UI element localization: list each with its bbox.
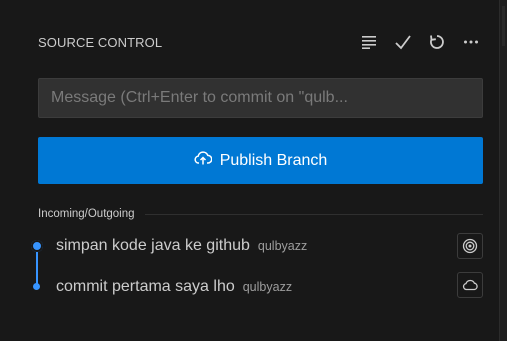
commit-row[interactable]: commit pertama saya lho qulbyazz — [56, 274, 486, 300]
refresh-icon[interactable] — [426, 31, 448, 53]
panel-header: SOURCE CONTROL — [38, 30, 482, 54]
scrollbar-track[interactable] — [499, 0, 507, 341]
panel-title: SOURCE CONTROL — [38, 34, 163, 50]
commit-author: qulbyazz — [242, 280, 293, 294]
commit-row[interactable]: simpan kode java ke github qulbyazz — [56, 233, 486, 259]
view-as-list-icon[interactable] — [358, 31, 380, 53]
commit-message: simpan kode java ke github — [56, 237, 250, 254]
cloud-icon[interactable] — [457, 272, 483, 298]
header-actions — [358, 31, 482, 53]
graph-line — [36, 250, 38, 284]
graph-node-head — [31, 240, 43, 252]
graph-node — [33, 283, 40, 290]
more-actions-icon[interactable] — [460, 31, 482, 53]
commit-message-input[interactable] — [49, 88, 472, 108]
cloud-upload-icon — [194, 151, 213, 170]
checkmark-icon[interactable] — [392, 31, 414, 53]
commit-author: qulbyazz — [257, 239, 308, 253]
incoming-outgoing-section-header[interactable]: Incoming/Outgoing — [38, 206, 483, 222]
section-divider — [144, 213, 483, 215]
section-title: Incoming/Outgoing — [38, 208, 135, 220]
publish-branch-label: Publish Branch — [219, 151, 328, 169]
commit-message-box — [38, 78, 483, 118]
publish-branch-button[interactable]: Publish Branch — [38, 137, 483, 184]
target-icon[interactable] — [457, 233, 483, 259]
scrollbar-thumb[interactable] — [502, 6, 505, 46]
commit-message: commit pertama saya lho — [56, 278, 235, 295]
source-control-panel: SOURCE CONTROL Message (Ctrl+Enter to co… — [0, 0, 500, 341]
